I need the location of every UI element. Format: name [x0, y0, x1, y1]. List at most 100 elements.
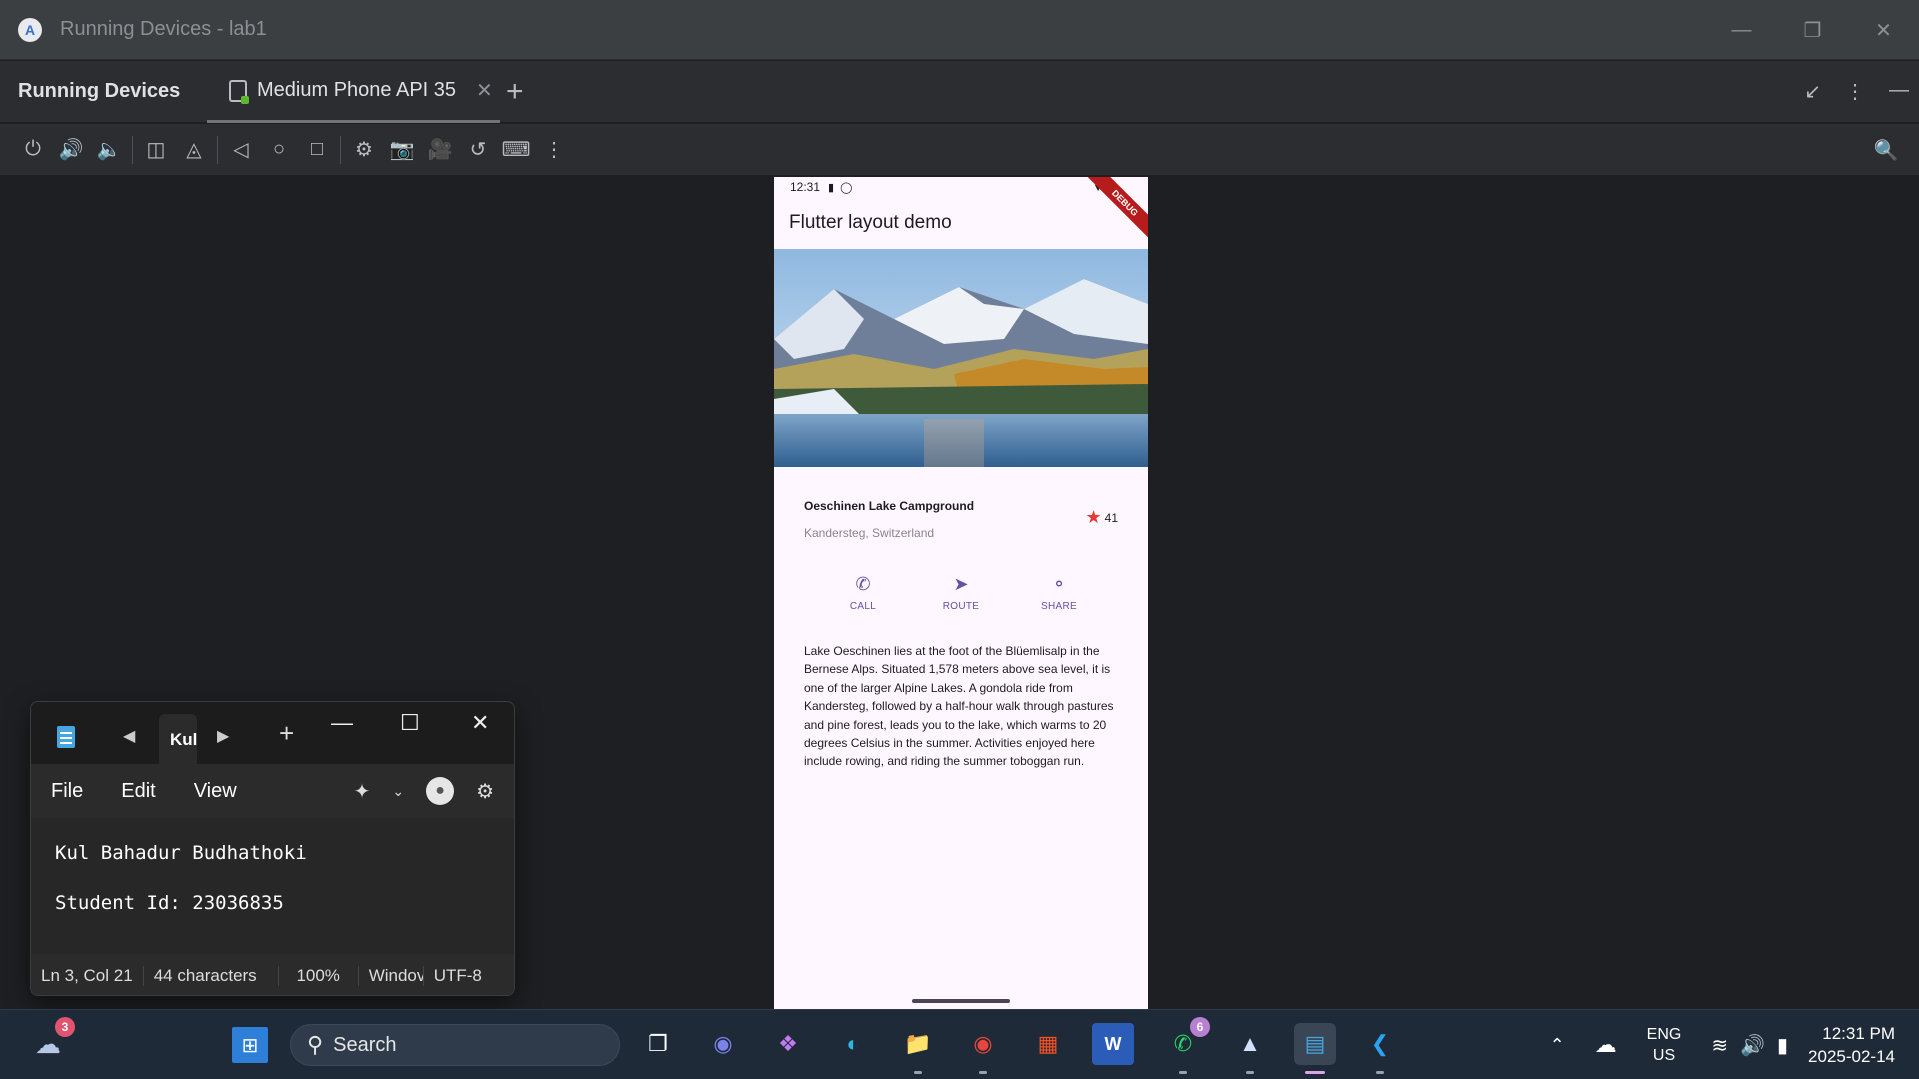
overview-icon[interactable]: □ [298, 131, 336, 169]
power-icon[interactable]: ⏻ [14, 131, 52, 169]
rating[interactable]: ★ 41 [1086, 507, 1119, 528]
gesture-nav-bar[interactable] [912, 999, 1010, 1003]
notepad-close-button[interactable]: ✕ [471, 710, 489, 736]
clock[interactable]: 12:31 PM 2025-02-14 [1808, 1022, 1895, 1068]
star-icon[interactable]: ★ [1086, 507, 1102, 528]
microsoft-store-icon[interactable]: ▦ [1027, 1023, 1069, 1065]
reset-icon[interactable]: ↺ [459, 131, 497, 169]
screenshot-icon[interactable]: 📷 [383, 131, 421, 169]
search-box[interactable]: ⚲ Search [290, 1024, 620, 1066]
title-section: Oeschinen Lake Campground Kandersteg, Sw… [774, 467, 1148, 555]
lake-image [774, 249, 1148, 467]
menu-file[interactable]: File [51, 780, 83, 803]
notepad-titlebar: ◀ Kul ▶ + — ☐ ✕ [31, 702, 514, 764]
line-ending[interactable]: Windov [359, 965, 424, 986]
onedrive-icon[interactable]: ☁ [1595, 1032, 1617, 1058]
volume-icon[interactable]: 🔊 [1740, 1033, 1765, 1058]
more-icon[interactable]: ⋮ [535, 131, 573, 169]
call-button[interactable]: ✆ CALL [833, 573, 893, 612]
notepad-editor[interactable]: Kul Bahadur Budhathoki Student Id: 23036… [31, 818, 514, 954]
more-options-icon[interactable]: ⋮ [1845, 79, 1865, 104]
notepad-icon [57, 726, 75, 748]
zoom-level[interactable]: 100% [279, 965, 359, 986]
task-view-icon[interactable]: ❐ [637, 1023, 679, 1065]
minimize-button[interactable]: — [1706, 0, 1777, 60]
window-titlebar: A Running Devices - lab1 — ❐ ✕ [0, 0, 1919, 60]
add-device-button[interactable]: + [506, 75, 524, 109]
encoding[interactable]: UTF-8 [424, 966, 492, 986]
battery-icon[interactable]: ▮ [1777, 1033, 1788, 1058]
volume-up-icon[interactable]: 🔊 [52, 131, 90, 169]
windows-taskbar: ☁ 3 ⊞ ⚲ Search ❐ ◉ ❖ ◐ 📁 ◉ ▦ W ✆ 6 ▲ ▤ ❮… [0, 1009, 1919, 1079]
settings-gear-icon[interactable]: ⚙ [476, 779, 494, 804]
device-toolbar: ⏻ 🔊 🔈 ◫ ◬ ◁ ○ □ ⚙ 📷 🎥 ↺ ⌨ ⋮ 🔍 [0, 124, 1919, 176]
notepad-menubar: File Edit View ✦ ⌄ ● ⚙ [31, 764, 514, 818]
weather-badge: 3 [55, 1017, 75, 1037]
rotate-left-icon[interactable]: ◫ [137, 131, 175, 169]
volume-down-icon[interactable]: 🔈 [90, 131, 128, 169]
scroll-tabs-right-icon[interactable]: ▶ [217, 726, 229, 746]
whatsapp-icon[interactable]: ✆ 6 [1162, 1017, 1210, 1074]
android-studio-icon: A [18, 17, 42, 42]
restore-button[interactable]: ❐ [1777, 0, 1848, 60]
tab-close-icon[interactable]: ✕ [476, 78, 493, 103]
search-icon: ⚲ [307, 1032, 324, 1057]
whatsapp-badge: 6 [1190, 1017, 1210, 1037]
phone-icon: ✆ [855, 574, 871, 594]
tab-label: Medium Phone API 35 [257, 79, 457, 101]
home-icon[interactable]: ○ [260, 131, 298, 169]
new-tab-button[interactable]: + [279, 718, 294, 749]
android-studio-taskbar-icon[interactable]: ▲ [1229, 1023, 1271, 1074]
system-tray: ⌃ ☁ ENG US ≋ 🔊 ▮ 12:31 PM 2025-02-14 [1550, 1010, 1919, 1079]
keyboard-icon[interactable]: ⌨ [497, 131, 535, 169]
button-section: ✆ CALL ➤ ROUTE ⚬ SHARE [774, 573, 1148, 612]
status-time: 12:31 [790, 180, 821, 194]
account-avatar[interactable]: ● [426, 777, 455, 805]
chevron-down-icon[interactable]: ⌄ [392, 783, 404, 800]
notepad-taskbar-icon[interactable]: ▤ [1294, 1023, 1336, 1074]
navigation-icon: ➤ [953, 574, 969, 594]
menu-edit[interactable]: Edit [121, 780, 155, 803]
hide-icon[interactable]: — [1889, 79, 1909, 104]
device-settings-icon[interactable]: ⚙ [345, 131, 383, 169]
notepad-window: ◀ Kul ▶ + — ☐ ✕ File Edit View ✦ ⌄ ● ⚙ K… [30, 701, 515, 996]
window-title: Running Devices - lab1 [60, 18, 267, 40]
back-icon[interactable]: ◁ [222, 131, 260, 169]
chrome-icon[interactable]: ◉ [962, 1023, 1004, 1074]
mirror-settings-icon[interactable]: 🔍 [1867, 131, 1905, 169]
notepad-maximize-button[interactable]: ☐ [400, 710, 420, 736]
edge-icon[interactable]: ◐ [832, 1023, 874, 1065]
weather-widget[interactable]: ☁ 3 [27, 1017, 75, 1065]
copilot-rewrite-icon[interactable]: ✦ [354, 779, 371, 804]
toolwindow-title: Running Devices [18, 80, 181, 102]
notepad-statusbar: Ln 3, Col 21 44 characters 100% Windov U… [31, 954, 514, 995]
place-location: Kandersteg, Switzerland [804, 526, 935, 540]
show-hidden-icons-icon[interactable]: ⌃ [1550, 1035, 1565, 1056]
file-explorer-icon[interactable]: 📁 [897, 1023, 939, 1074]
editor-line: Student Id: 23036835 [55, 892, 284, 914]
running-devices-header: Running Devices Medium Phone API 35 ✕ + … [0, 61, 1919, 123]
notepad-tab[interactable]: Kul [159, 714, 197, 764]
start-button[interactable]: ⊞ [232, 1027, 268, 1063]
char-count: 44 characters [144, 965, 279, 986]
rotate-right-icon[interactable]: ◬ [175, 131, 213, 169]
close-button[interactable]: ✕ [1848, 0, 1919, 60]
share-button[interactable]: ⚬ SHARE [1029, 573, 1089, 612]
scroll-tabs-left-icon[interactable]: ◀ [123, 726, 135, 746]
language-indicator[interactable]: ENG US [1647, 1024, 1682, 1066]
vscode-icon[interactable]: ❮ [1359, 1023, 1401, 1074]
notepad-minimize-button[interactable]: — [331, 710, 353, 736]
word-icon[interactable]: W [1092, 1023, 1134, 1065]
phone-screen[interactable]: 12:31 ▮◯ ▼◢ DEBUG Flutter layout demo [774, 177, 1148, 1009]
screen-record-icon[interactable]: 🎥 [421, 131, 459, 169]
menu-view[interactable]: View [194, 780, 237, 803]
route-button[interactable]: ➤ ROUTE [931, 573, 991, 612]
share-icon: ⚬ [1051, 574, 1067, 594]
copilot-icon[interactable]: ❖ [767, 1023, 809, 1065]
collapse-icon[interactable]: ↙ [1804, 79, 1821, 104]
wifi-icon[interactable]: ≋ [1711, 1033, 1728, 1058]
editor-line: Kul Bahadur Budhathoki [55, 842, 307, 864]
star-count: 41 [1104, 510, 1118, 525]
teams-icon[interactable]: ◉ [702, 1023, 744, 1065]
tab-device[interactable]: Medium Phone API 35 ✕ [207, 61, 500, 123]
